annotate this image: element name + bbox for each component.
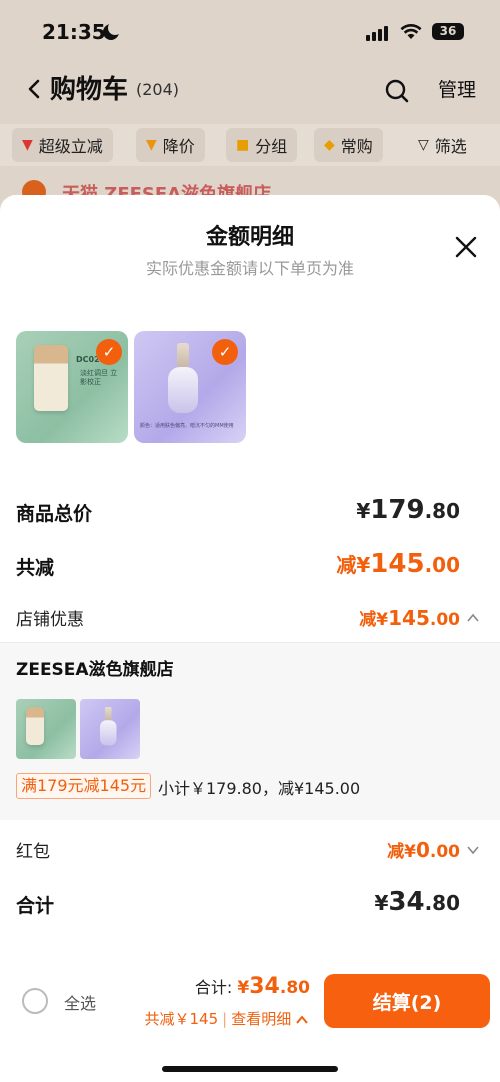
serum-bottle-image [168, 343, 198, 415]
bottom-discount[interactable]: 共减￥145 | 查看明细 [145, 1008, 309, 1029]
red-packet-value[interactable]: 减¥0.00 [387, 837, 460, 862]
grand-total-label: 合计 [16, 895, 55, 917]
store-name: ZEESEA滋色旗舰店 [16, 660, 174, 680]
select-all-label[interactable]: 全选 [64, 990, 96, 1014]
product-thumbnail-small [80, 699, 140, 759]
selected-check-icon: ✓ [212, 339, 238, 365]
coupon-tag: 满179元减145元 [16, 773, 152, 799]
store-discount-value[interactable]: 减¥145.00 [359, 605, 460, 630]
grand-total-value: ¥34.80 [374, 887, 460, 917]
total-price-value: ¥179.80 [356, 495, 460, 525]
store-subtotal: 小计￥179.80，减¥145.00 [158, 779, 361, 798]
store-discount-detail: ZEESEA滋色旗舰店 满179元减145元 小计￥179.80，减¥145.0… [0, 642, 500, 820]
total-discount-label: 共减 [16, 557, 55, 579]
chevron-up-icon[interactable] [466, 611, 480, 625]
bottom-total: 合计: ¥34.80 [194, 974, 310, 999]
close-icon[interactable] [454, 235, 478, 259]
foundation-bottle-image [34, 345, 68, 411]
checkout-button[interactable]: 结算(2) [324, 974, 490, 1028]
sheet-title: 金额明细 [205, 225, 294, 250]
sheet-subtitle: 实际优惠金额请以下单页为准 [145, 259, 354, 278]
view-detail-link: 查看明细 [231, 1010, 292, 1028]
red-packet-label: 红包 [16, 842, 50, 862]
selected-check-icon: ✓ [96, 339, 122, 365]
checkout-bar: 全选 合计: ¥34.80 共减￥145 | 查看明细 结算(2) [0, 960, 500, 1082]
home-indicator [162, 1066, 338, 1072]
amount-detail-sheet: 金额明细 实际优惠金额请以下单页为准 DC02 淡红调旦 立影校正 ✓ 颜色：适… [0, 195, 500, 1082]
product-caption: 淡红调旦 立影校正 [80, 369, 118, 386]
product-caption: 颜色：适用肤色偏亮、暗沉不匀的MM使用 [140, 423, 234, 429]
chevron-down-icon[interactable] [466, 843, 480, 857]
select-all-radio[interactable] [22, 988, 48, 1014]
product-thumbnail-small [16, 699, 76, 759]
total-discount-value: 减¥145.00 [336, 549, 460, 579]
store-discount-label: 店铺优惠 [16, 610, 84, 630]
total-price-label: 商品总价 [16, 503, 93, 525]
chevron-up-icon [296, 1014, 308, 1024]
